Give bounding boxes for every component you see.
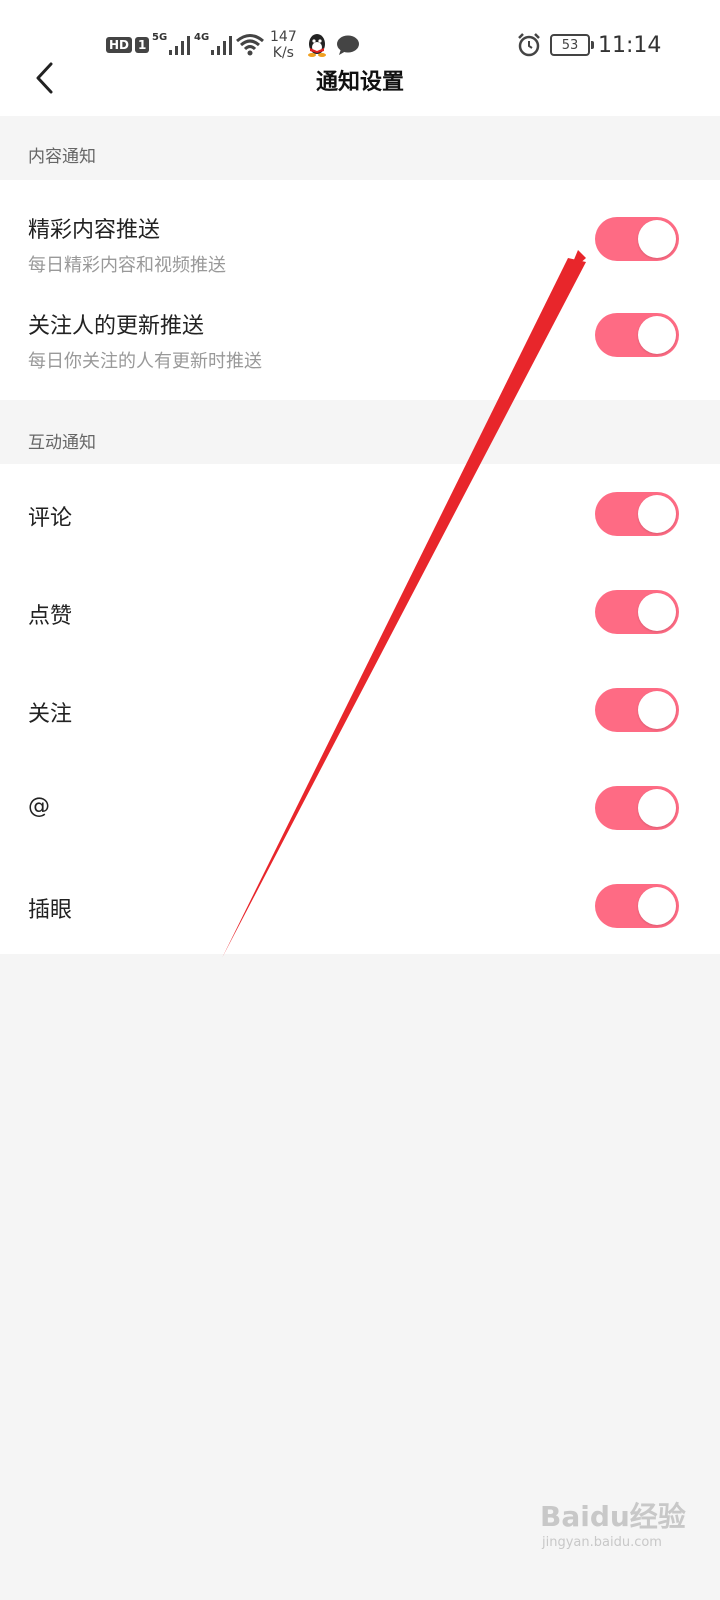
watermark-url: jingyan.baidu.com bbox=[542, 1535, 662, 1550]
signal-5g-tag: 5G bbox=[152, 31, 168, 43]
setting-row-follows: 关注 bbox=[0, 660, 720, 758]
setting-title: 评论 bbox=[28, 506, 73, 531]
app-header: HD 1 5G 4G 147 K/s 53 11:14 通知设置 bbox=[0, 0, 720, 116]
setting-title: 关注 bbox=[28, 702, 73, 727]
status-bar: HD 1 5G 4G 147 K/s 53 11:14 bbox=[0, 22, 720, 68]
setting-title: 点赞 bbox=[28, 604, 73, 629]
toggle-knob bbox=[638, 220, 676, 258]
sim-badge: 1 bbox=[135, 37, 150, 53]
watermark: Baidu经验 jingyan.baidu.com bbox=[540, 1495, 686, 1550]
clock: 11:14 bbox=[598, 22, 661, 68]
setting-title: 精彩内容推送 bbox=[28, 218, 161, 243]
toggle-knob bbox=[638, 887, 676, 925]
setting-row-comments: 评论 bbox=[0, 464, 720, 562]
signal-4g-tag: 4G bbox=[194, 31, 210, 43]
setting-subtitle: 每日你关注的人有更新时推送 bbox=[28, 351, 262, 372]
setting-title: 插眼 bbox=[28, 898, 73, 923]
content-notification-group: 精彩内容推送 每日精彩内容和视频推送 关注人的更新推送 每日你关注的人有更新时推… bbox=[0, 180, 720, 400]
section-header-content: 内容通知 bbox=[0, 116, 720, 180]
setting-row-mentions: @ bbox=[0, 758, 720, 856]
clock-time: 11:14 bbox=[598, 32, 662, 58]
net-speed: 147 K/s bbox=[270, 22, 297, 68]
interaction-notification-group: 评论 点赞 关注 @ 插眼 bbox=[0, 464, 720, 954]
toggle-knob bbox=[638, 789, 676, 827]
hd-badge: HD bbox=[106, 37, 133, 53]
setting-row-featured-push: 精彩内容推送 每日精彩内容和视频推送 bbox=[0, 180, 720, 290]
toggle-switch[interactable] bbox=[595, 884, 679, 928]
setting-subtitle: 每日精彩内容和视频推送 bbox=[28, 255, 226, 276]
watermark-logo-text: Baidu经验 bbox=[540, 1500, 686, 1533]
setting-title: 关注人的更新推送 bbox=[28, 314, 205, 339]
toggle-knob bbox=[638, 593, 676, 631]
battery-indicator: 53 bbox=[550, 22, 594, 68]
toggle-knob bbox=[638, 495, 676, 533]
signal-bars-icon bbox=[169, 36, 191, 55]
hd-indicator: HD 1 bbox=[106, 22, 150, 68]
battery-level: 53 bbox=[550, 34, 594, 56]
signal-4g: 4G bbox=[194, 22, 234, 68]
toggle-knob bbox=[638, 691, 676, 729]
setting-title: @ bbox=[28, 794, 50, 819]
net-speed-value: 147 bbox=[270, 29, 297, 45]
section-header-interaction: 互动通知 bbox=[0, 400, 720, 464]
signal-5g: 5G bbox=[152, 22, 192, 68]
setting-row-bookmarks: 插眼 bbox=[0, 856, 720, 954]
setting-row-following-updates: 关注人的更新推送 每日你关注的人有更新时推送 bbox=[0, 290, 720, 400]
toggle-switch[interactable] bbox=[595, 590, 679, 634]
toggle-switch[interactable] bbox=[595, 688, 679, 732]
message-bubble-icon bbox=[336, 22, 360, 68]
toggle-switch[interactable] bbox=[595, 217, 679, 261]
net-speed-unit: K/s bbox=[272, 45, 294, 61]
alarm-icon bbox=[516, 22, 542, 68]
wifi-icon bbox=[235, 22, 265, 68]
section-header-label: 内容通知 bbox=[28, 147, 96, 167]
setting-row-likes: 点赞 bbox=[0, 562, 720, 660]
qq-icon bbox=[306, 22, 328, 68]
toggle-switch[interactable] bbox=[595, 786, 679, 830]
toggle-knob bbox=[638, 316, 676, 354]
signal-bars-icon bbox=[211, 36, 233, 55]
toggle-switch[interactable] bbox=[595, 313, 679, 357]
page-title: 通知设置 bbox=[315, 70, 404, 95]
section-header-label: 互动通知 bbox=[28, 433, 96, 453]
toggle-switch[interactable] bbox=[595, 492, 679, 536]
